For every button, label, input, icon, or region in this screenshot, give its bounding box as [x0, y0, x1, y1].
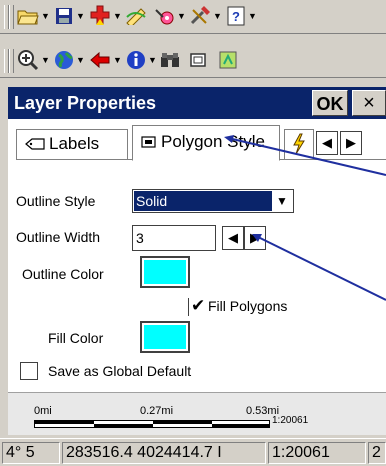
annotation-arrows — [224, 135, 386, 301]
annotation-arrow-outline-width — [255, 235, 386, 301]
annotation-arrow-polygon-tab — [227, 137, 386, 176]
arrowhead — [224, 135, 234, 143]
